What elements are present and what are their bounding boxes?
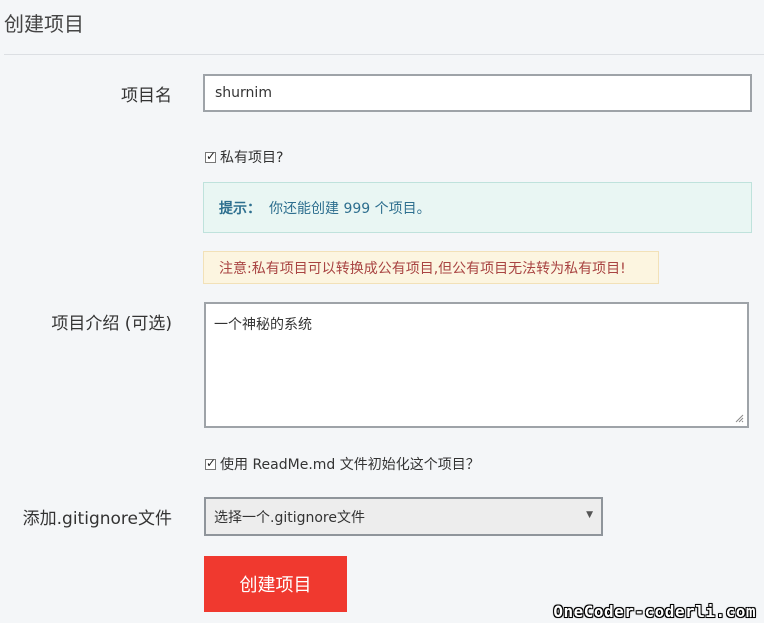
readme-checkbox[interactable]	[205, 456, 216, 470]
readme-row[interactable]: 使用 ReadMe.md 文件初始化这个项目？	[205, 454, 480, 474]
create-project-page: 创建项目 项目名 shurnim 私有项目? 提示： 你还能创建 999 个项目…	[0, 0, 764, 623]
private-project-label: 私有项目?	[220, 150, 284, 166]
project-name-input[interactable]: shurnim	[203, 74, 752, 112]
private-project-checkbox[interactable]	[205, 149, 216, 163]
warning-alert: 注意:私有项目可以转换成公有项目,但公有项目无法转为私有项目!	[203, 251, 659, 284]
project-name-label: 项目名	[121, 86, 172, 106]
page-title: 创建项目	[4, 12, 84, 36]
title-divider	[4, 54, 764, 55]
tip-alert: 提示： 你还能创建 999 个项目。	[203, 182, 752, 233]
watermark: OneCoder-coderli.com	[553, 602, 756, 621]
tip-text: 你还能创建 999 个项目。	[269, 200, 431, 217]
gitignore-label: 添加.gitignore文件	[22, 509, 172, 529]
readme-label: 使用 ReadMe.md 文件初始化这个项目？	[220, 457, 480, 473]
private-project-row[interactable]: 私有项目?	[205, 147, 283, 167]
create-project-button[interactable]: 创建项目	[204, 556, 347, 612]
description-value: 一个神秘的系统	[214, 317, 312, 333]
warning-text: 注意:私有项目可以转换成公有项目,但公有项目无法转为私有项目!	[219, 260, 626, 277]
project-name-value: shurnim	[215, 85, 272, 101]
gitignore-select[interactable]: 选择一个.gitignore文件 ▼	[204, 497, 603, 536]
gitignore-selected-value: 选择一个.gitignore文件	[214, 509, 365, 526]
resize-grip-icon[interactable]	[734, 413, 744, 423]
description-label: 项目介绍 (可选)	[51, 314, 172, 334]
dropdown-arrow-icon: ▼	[586, 510, 593, 520]
description-textarea[interactable]: 一个神秘的系统	[204, 302, 749, 428]
tip-key: 提示：	[219, 200, 261, 217]
